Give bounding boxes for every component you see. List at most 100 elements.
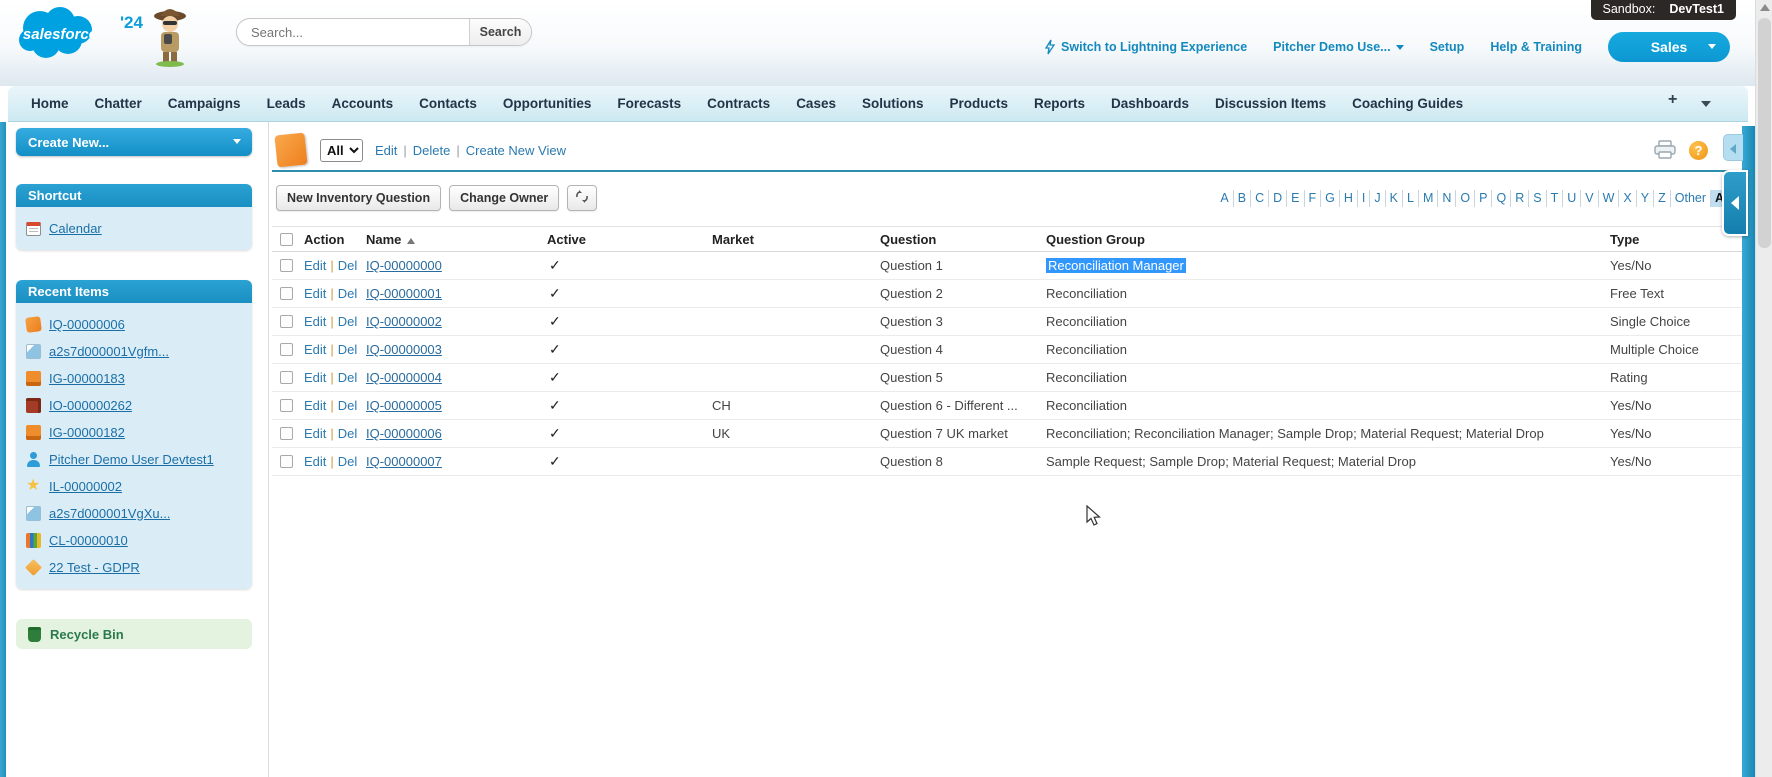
new-inventory-question-button[interactable]: New Inventory Question bbox=[276, 185, 441, 211]
del-link[interactable]: Del bbox=[338, 454, 358, 469]
alphabet-filter-link[interactable]: Z bbox=[1654, 190, 1671, 207]
change-owner-button[interactable]: Change Owner bbox=[449, 185, 559, 211]
nav-tab[interactable]: Home bbox=[18, 86, 82, 122]
create-new-view-link[interactable]: Create New View bbox=[466, 143, 566, 158]
create-new-button[interactable]: Create New... bbox=[16, 128, 252, 156]
nav-tab[interactable]: Reports bbox=[1021, 86, 1098, 122]
row-checkbox[interactable] bbox=[280, 287, 293, 300]
nav-tab[interactable]: Dashboards bbox=[1098, 86, 1202, 122]
setup-link[interactable]: Setup bbox=[1430, 40, 1465, 54]
record-name-link[interactable]: IQ-00000005 bbox=[366, 398, 442, 413]
nav-tab[interactable]: Accounts bbox=[319, 86, 407, 122]
nav-tab[interactable]: Contracts bbox=[694, 86, 783, 122]
edit-link[interactable]: Edit bbox=[304, 398, 326, 413]
alphabet-filter-link[interactable]: D bbox=[1269, 190, 1287, 207]
shortcut-link[interactable]: Calendar bbox=[49, 221, 102, 236]
del-link[interactable]: Del bbox=[338, 342, 358, 357]
del-link[interactable]: Del bbox=[338, 398, 358, 413]
record-name-link[interactable]: IQ-00000004 bbox=[366, 370, 442, 385]
nav-tab[interactable]: Solutions bbox=[849, 86, 937, 122]
alphabet-filter-link[interactable]: S bbox=[1529, 190, 1546, 207]
alphabet-filter-link[interactable]: X bbox=[1619, 190, 1636, 207]
view-select[interactable]: All bbox=[320, 139, 363, 162]
row-checkbox[interactable] bbox=[280, 371, 293, 384]
record-name-link[interactable]: IQ-00000002 bbox=[366, 314, 442, 329]
del-link[interactable]: Del bbox=[338, 286, 358, 301]
alphabet-filter-link[interactable]: W bbox=[1599, 190, 1620, 207]
alphabet-filter-link[interactable]: G bbox=[1321, 190, 1340, 207]
alphabet-filter-link[interactable]: R bbox=[1511, 190, 1529, 207]
nav-tab[interactable]: Cases bbox=[783, 86, 849, 122]
record-name-link[interactable]: IQ-00000006 bbox=[366, 426, 442, 441]
alphabet-filter-link[interactable]: U bbox=[1563, 190, 1581, 207]
switch-to-lightning-link[interactable]: Switch to Lightning Experience bbox=[1044, 39, 1247, 55]
record-name-link[interactable]: IQ-00000000 bbox=[366, 258, 442, 273]
alphabet-filter-link[interactable]: I bbox=[1358, 190, 1370, 207]
recent-item-link[interactable]: IL-00000002 bbox=[49, 479, 122, 494]
collapse-panel-tab-small[interactable] bbox=[1723, 134, 1743, 161]
edit-link[interactable]: Edit bbox=[304, 426, 326, 441]
search-button[interactable]: Search bbox=[469, 19, 531, 45]
record-name-link[interactable]: IQ-00000007 bbox=[366, 454, 442, 469]
row-checkbox[interactable] bbox=[280, 315, 293, 328]
row-checkbox[interactable] bbox=[280, 259, 293, 272]
user-menu[interactable]: Pitcher Demo Use... bbox=[1273, 40, 1403, 54]
column-header-question[interactable]: Question bbox=[878, 232, 1044, 247]
column-header-market[interactable]: Market bbox=[710, 232, 878, 247]
alphabet-filter-link[interactable]: K bbox=[1386, 190, 1403, 207]
alphabet-filter-link[interactable]: Y bbox=[1637, 190, 1654, 207]
recent-item-link[interactable]: CL-00000010 bbox=[49, 533, 128, 548]
recent-item-link[interactable]: a2s7d000001VgXu... bbox=[49, 506, 170, 521]
column-header-type[interactable]: Type bbox=[1608, 232, 1742, 247]
add-tab-button[interactable]: + bbox=[1654, 91, 1691, 109]
nav-tab[interactable]: Campaigns bbox=[155, 86, 254, 122]
printer-icon[interactable] bbox=[1653, 140, 1677, 160]
select-all-checkbox[interactable] bbox=[280, 233, 293, 246]
alphabet-filter-link[interactable]: T bbox=[1547, 190, 1564, 207]
alphabet-filter-link[interactable]: O bbox=[1456, 190, 1475, 207]
nav-tab[interactable]: Contacts bbox=[406, 86, 490, 122]
alphabet-filter-link[interactable]: J bbox=[1370, 190, 1385, 207]
search-input[interactable] bbox=[237, 19, 469, 45]
recent-item-link[interactable]: 22 Test - GDPR bbox=[49, 560, 140, 575]
del-link[interactable]: Del bbox=[338, 314, 358, 329]
column-header-question-group[interactable]: Question Group bbox=[1044, 232, 1608, 247]
recent-item-link[interactable]: IG-00000183 bbox=[49, 371, 125, 386]
recent-item-link[interactable]: IQ-00000006 bbox=[49, 317, 125, 332]
del-link[interactable]: Del bbox=[338, 370, 358, 385]
nav-tab[interactable]: Opportunities bbox=[490, 86, 605, 122]
recent-item-link[interactable]: IG-00000182 bbox=[49, 425, 125, 440]
view-edit-link[interactable]: Edit bbox=[375, 143, 397, 158]
alphabet-filter-link[interactable]: N bbox=[1438, 190, 1456, 207]
help-icon[interactable]: ? bbox=[1689, 141, 1708, 160]
row-checkbox[interactable] bbox=[280, 455, 293, 468]
alphabet-filter-link[interactable]: H bbox=[1340, 190, 1358, 207]
collapse-sidebar-tab[interactable] bbox=[1722, 170, 1748, 236]
alphabet-filter-link[interactable]: E bbox=[1287, 190, 1304, 207]
edit-link[interactable]: Edit bbox=[304, 370, 326, 385]
del-link[interactable]: Del bbox=[338, 426, 358, 441]
alphabet-filter-link[interactable]: C bbox=[1251, 190, 1269, 207]
record-name-link[interactable]: IQ-00000003 bbox=[366, 342, 442, 357]
column-header-active[interactable]: Active bbox=[545, 232, 710, 247]
alphabet-filter-link[interactable]: M bbox=[1419, 190, 1438, 207]
alphabet-filter-link[interactable]: P bbox=[1475, 190, 1492, 207]
scrollbar-thumb[interactable] bbox=[1758, 18, 1771, 248]
alphabet-filter-link[interactable]: A bbox=[1216, 190, 1233, 207]
edit-link[interactable]: Edit bbox=[304, 454, 326, 469]
vertical-scrollbar[interactable] bbox=[1755, 0, 1772, 777]
edit-link[interactable]: Edit bbox=[304, 314, 326, 329]
alphabet-filter-link[interactable]: V bbox=[1581, 190, 1598, 207]
recent-item-link[interactable]: IO-000000262 bbox=[49, 398, 132, 413]
nav-tab[interactable]: Coaching Guides bbox=[1339, 86, 1476, 122]
row-checkbox[interactable] bbox=[280, 427, 293, 440]
del-link[interactable]: Del bbox=[338, 258, 358, 273]
nav-tab[interactable]: Forecasts bbox=[604, 86, 694, 122]
alphabet-filter-link[interactable]: Other bbox=[1671, 190, 1711, 207]
alphabet-filter-link[interactable]: B bbox=[1234, 190, 1251, 207]
row-checkbox[interactable] bbox=[280, 399, 293, 412]
recycle-bin[interactable]: Recycle Bin bbox=[16, 619, 252, 649]
edit-link[interactable]: Edit bbox=[304, 286, 326, 301]
view-delete-link[interactable]: Delete bbox=[413, 143, 451, 158]
column-header-name[interactable]: Name bbox=[364, 232, 545, 247]
